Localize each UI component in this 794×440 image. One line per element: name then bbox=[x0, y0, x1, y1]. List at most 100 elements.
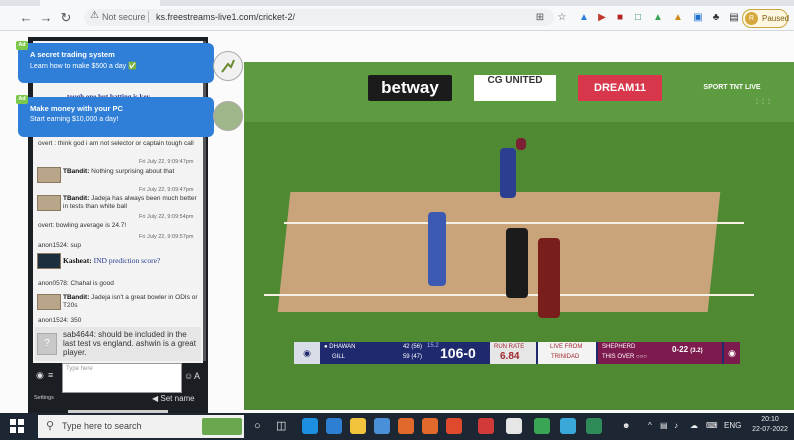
taskbar-app-icon[interactable] bbox=[398, 418, 414, 434]
ad-image[interactable] bbox=[213, 101, 243, 131]
address-bar[interactable]: ⚠ Not secure ks.freestreams-live1.com/cr… bbox=[84, 9, 554, 26]
timestamp: Fri July 22, 9:09:57pm bbox=[139, 234, 194, 240]
timestamp: Fri July 22, 9:09:54pm bbox=[139, 214, 194, 220]
run-rate-value: 6.84 bbox=[500, 351, 520, 362]
bookmark-star-icon[interactable]: ☆ bbox=[556, 12, 568, 24]
bowler-figure bbox=[538, 238, 560, 318]
chat-user: TBandit: bbox=[63, 195, 90, 202]
chat-message: TBandit: Nothing surprising about that bbox=[63, 168, 199, 176]
chat-user: Kasheat: bbox=[63, 256, 92, 265]
set-name-button[interactable]: ◀ Set name bbox=[152, 394, 195, 403]
edge-icon[interactable] bbox=[302, 418, 318, 434]
back-icon[interactable]: ← bbox=[18, 10, 34, 26]
chat-messages[interactable]: tough one but batting is key overt : thi… bbox=[33, 41, 203, 363]
puzzle-icon[interactable]: ♣ bbox=[710, 12, 722, 24]
taskbar-app-icon[interactable] bbox=[446, 418, 462, 434]
taskbar-app-icon[interactable] bbox=[586, 418, 602, 434]
run-rate-label: RUN RATE bbox=[494, 344, 525, 350]
task-view-icon[interactable]: ◫ bbox=[276, 418, 292, 434]
sidebar-icon[interactable]: ▤ bbox=[728, 12, 740, 24]
live-from-label: LIVE FROM bbox=[550, 344, 583, 350]
chat-message: TBandit: Jadeja isn't a great bowler in … bbox=[63, 294, 199, 310]
avatar: R bbox=[745, 12, 758, 25]
taskbar-app-icon[interactable] bbox=[422, 418, 438, 434]
run-rate-box: RUN RATE 6.84 bbox=[490, 342, 536, 364]
user-avatar bbox=[37, 195, 61, 211]
extension-icon[interactable]: ■ bbox=[614, 12, 626, 24]
umpire-figure bbox=[506, 228, 528, 298]
chat-text: Nothing surprising about that bbox=[91, 168, 175, 175]
sponsor-logo: betway bbox=[368, 75, 452, 101]
sponsor-logo: CG UNITED bbox=[474, 75, 556, 101]
forward-icon[interactable]: → bbox=[38, 10, 54, 26]
volume-icon[interactable]: ♪ bbox=[674, 421, 678, 430]
bowler-box: SHEPHERD THIS OVER ○○○ 0-22 (3.2) bbox=[598, 342, 722, 364]
extension-icon[interactable]: ▲ bbox=[652, 12, 664, 24]
chat-text: IND prediction score? bbox=[93, 256, 161, 265]
search-placeholder: Type here to search bbox=[62, 421, 142, 431]
chevron-up-icon[interactable]: ^ bbox=[648, 421, 652, 430]
keyboard-icon[interactable]: ⌨ bbox=[706, 421, 718, 430]
set-name-label: Set name bbox=[160, 394, 195, 403]
taskbar: ⚲ Type here to search ○ ◫ ☻ ^ ▤ ♪ ☁ ⌨ EN… bbox=[0, 413, 794, 440]
scoreboard: ◉ ● DHAWAN GILL 42 (56) 59 (47) 15.2 106… bbox=[294, 342, 740, 364]
extension-icon[interactable]: □ bbox=[632, 12, 644, 24]
taskbar-app-icon[interactable] bbox=[326, 418, 342, 434]
bowler-figures: 0-22 (3.2) bbox=[672, 345, 703, 354]
file-explorer-icon[interactable] bbox=[350, 418, 366, 434]
url-separator bbox=[148, 11, 149, 23]
clock[interactable]: 20:10 22-07-2022 bbox=[752, 416, 788, 433]
warning-icon[interactable]: ⚠ bbox=[90, 10, 99, 21]
font-icon[interactable]: A bbox=[194, 371, 200, 381]
chat-line: anon1524: sup bbox=[38, 242, 82, 249]
ad-badge: Ad bbox=[16, 41, 28, 50]
reload-icon[interactable]: ↻ bbox=[58, 10, 74, 26]
total-score: 106-0 bbox=[440, 345, 476, 361]
chrome-icon[interactable] bbox=[534, 418, 550, 434]
url-text[interactable]: ks.freestreams-live1.com/cricket-2/ bbox=[156, 12, 295, 22]
overs: 15.2 bbox=[427, 343, 439, 349]
taskbar-app-icon[interactable] bbox=[560, 418, 576, 434]
people-icon[interactable]: ☻ bbox=[622, 421, 630, 430]
venue-box: LIVE FROM TRINIDAD bbox=[538, 342, 596, 364]
ad-badge: Ad bbox=[16, 95, 28, 104]
chat-line: anon1524: 350 bbox=[38, 317, 82, 324]
windows-start-icon[interactable] bbox=[10, 419, 24, 433]
user-avatar bbox=[37, 167, 61, 183]
search-highlight-image bbox=[202, 418, 242, 435]
extension-icon[interactable]: ▲ bbox=[672, 12, 684, 24]
chat-line: anon0578: Chahal is good bbox=[38, 280, 114, 287]
sponsor-logo: DREAM11 bbox=[578, 75, 662, 101]
taskbar-app-icon[interactable] bbox=[506, 418, 522, 434]
extension-icon[interactable]: ▲ bbox=[578, 12, 590, 24]
video-player[interactable]: betway CG UNITED DREAM11 SPORT TNT LIVE … bbox=[244, 62, 794, 410]
camera-icon[interactable]: ◉ bbox=[36, 370, 44, 381]
menu-icon[interactable]: ≡ bbox=[48, 370, 53, 380]
network-icon[interactable]: ▤ bbox=[660, 421, 668, 430]
extension-icon[interactable]: ▣ bbox=[692, 12, 704, 24]
chat-panel: tough one but batting is key overt : thi… bbox=[28, 37, 208, 416]
chat-message: TBandit: Jadeja has always been much bet… bbox=[63, 195, 199, 211]
bowler-name: SHEPHERD bbox=[602, 344, 636, 350]
chat-input[interactable]: Type here bbox=[62, 363, 182, 393]
language-indicator[interactable]: ENG bbox=[724, 421, 741, 430]
onedrive-icon[interactable]: ☁ bbox=[690, 421, 698, 430]
emoji-icon[interactable]: ☺ bbox=[184, 371, 193, 381]
extension-icon[interactable]: ▶ bbox=[596, 12, 608, 24]
ad-image[interactable] bbox=[213, 51, 243, 81]
clock-time: 20:10 bbox=[761, 416, 779, 423]
profile-paused-button[interactable]: R Paused bbox=[742, 9, 789, 28]
crease-line bbox=[284, 222, 744, 224]
chat-line: overt: bowling average is 24.7! bbox=[38, 222, 127, 229]
ad-money[interactable]: Ad Make money with your PC Start earning… bbox=[16, 95, 214, 137]
cortana-icon[interactable]: ○ bbox=[254, 418, 270, 434]
store-icon[interactable] bbox=[374, 418, 390, 434]
settings-link[interactable]: Settings bbox=[34, 395, 54, 401]
venue: TRINIDAD bbox=[551, 354, 580, 360]
question-icon: ? bbox=[37, 333, 57, 355]
install-icon[interactable]: ⊞ bbox=[534, 12, 546, 24]
ad-trading[interactable]: Ad A secret trading system Learn how to … bbox=[16, 41, 214, 83]
taskbar-app-icon[interactable] bbox=[478, 418, 494, 434]
taskbar-search[interactable]: ⚲ Type here to search bbox=[38, 415, 244, 438]
chat-scrollbar[interactable] bbox=[203, 41, 206, 361]
